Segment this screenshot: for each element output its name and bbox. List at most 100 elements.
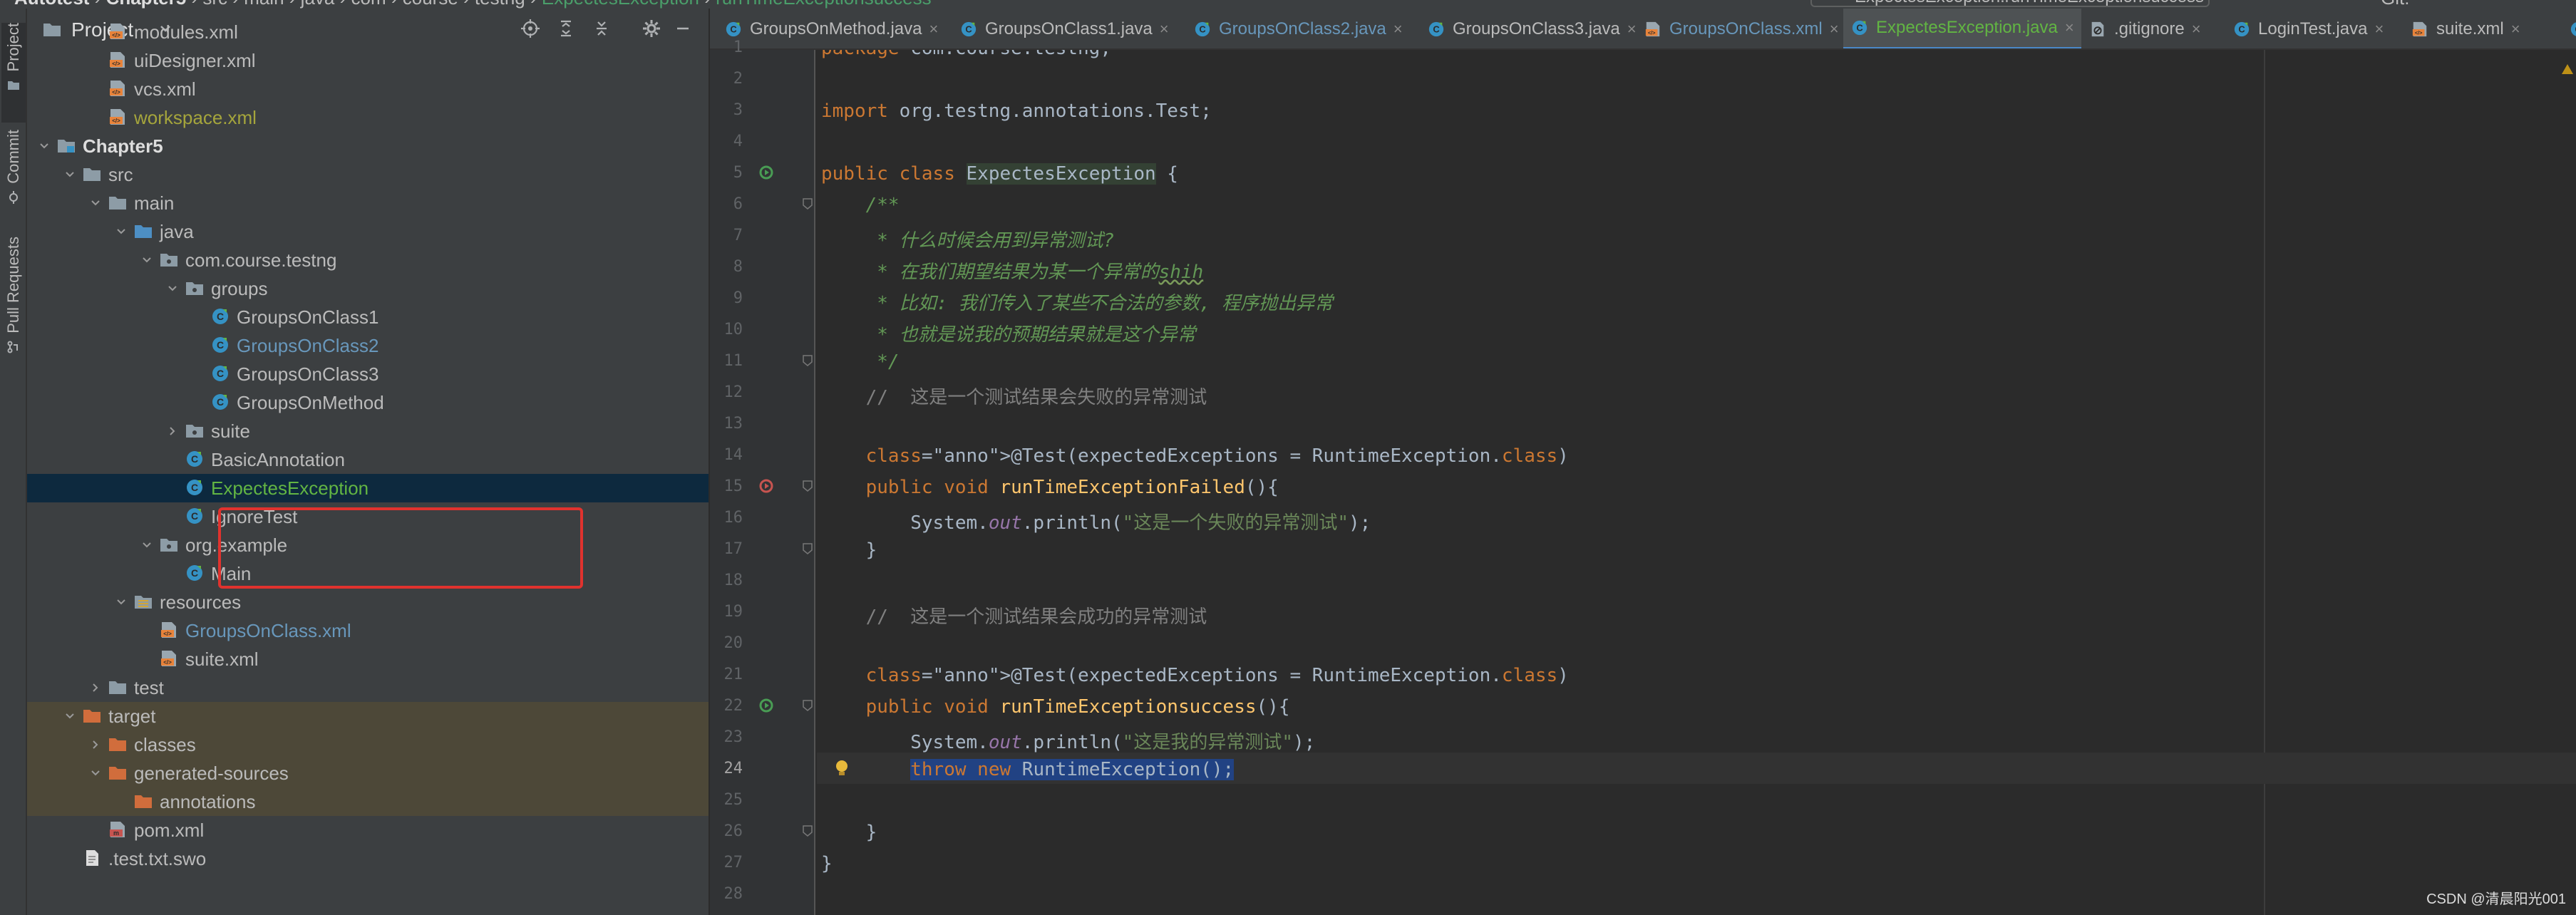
gutter-line[interactable]: 5 (710, 157, 814, 188)
chevron-down-icon[interactable] (165, 281, 180, 296)
code-line[interactable] (817, 408, 2576, 439)
run-test-icon[interactable] (758, 477, 776, 495)
tree-item[interactable]: m pom.xml (27, 816, 709, 844)
chevron-down-icon[interactable] (140, 538, 154, 552)
breadcrumb[interactable]: Autotest › Chapter5 › src › main › java … (14, 0, 932, 9)
fold-marker-icon[interactable] (803, 543, 813, 554)
editor-tab[interactable]: C GroupsOnClass2.java × (1186, 9, 1410, 48)
breadcrumb-item[interactable]: testng (475, 0, 525, 9)
tree-item[interactable]: C GroupsOnMethod (27, 388, 709, 417)
tree-item[interactable]: java (27, 217, 709, 246)
tree-item[interactable]: main (27, 189, 709, 217)
gutter-line[interactable]: 9 (710, 282, 814, 314)
code-line[interactable] (817, 125, 2576, 157)
tree-item[interactable]: com.course.testng (27, 246, 709, 274)
code-line[interactable]: } (817, 815, 2576, 847)
tree-item[interactable]: C ExpectesException (27, 474, 709, 502)
chevron-down-icon[interactable] (88, 196, 103, 210)
chevron-down-icon[interactable] (37, 139, 51, 153)
code-line[interactable]: /** (817, 188, 2576, 219)
code-line[interactable]: public class ExpectesException { (817, 157, 2576, 188)
gutter-line[interactable]: 15 (710, 470, 814, 502)
close-icon[interactable]: × (2192, 20, 2201, 38)
gutter-line[interactable]: 16 (710, 502, 814, 533)
pull-requests-tool-tab[interactable]: Pull Requests (1, 237, 26, 386)
run-test-icon[interactable] (758, 164, 776, 181)
chevron-down-icon[interactable] (140, 253, 154, 267)
breadcrumb-method[interactable]: runTimeExceptionsuccess (716, 0, 932, 9)
tree-item[interactable]: groups (27, 274, 709, 303)
code-line[interactable]: * 在我们期望结果为某一个异常的shih (817, 251, 2576, 283)
gutter-line[interactable]: 18 (710, 564, 814, 596)
close-icon[interactable]: × (2065, 19, 2074, 37)
tree-item[interactable]: C GroupsOnClass3 (27, 360, 709, 388)
code-line[interactable] (817, 784, 2576, 815)
editor-tab[interactable]: </> suite.xml × (2404, 9, 2528, 48)
gutter-line[interactable]: 28 (710, 878, 814, 909)
close-icon[interactable]: × (1160, 20, 1169, 38)
gutter-line[interactable]: 17 (710, 533, 814, 564)
code-line[interactable]: System.out.println("这是一个失败的异常测试"); (817, 502, 2576, 534)
close-icon[interactable]: × (929, 20, 938, 38)
gutter-line[interactable]: 1 (710, 31, 814, 63)
code-line[interactable]: } (817, 847, 2576, 878)
code-line[interactable]: throw new RuntimeException(); (817, 753, 2576, 784)
chevron-down-icon[interactable] (114, 595, 128, 609)
breadcrumb-file[interactable]: ExpectesException (542, 0, 699, 9)
code-line[interactable]: package com.course.testng; (817, 50, 2576, 63)
close-icon[interactable]: × (1830, 20, 1839, 38)
editor-tab[interactable]: .gitignore × (2081, 9, 2208, 48)
code-line[interactable] (817, 63, 2576, 94)
close-icon[interactable]: × (1393, 20, 1403, 38)
tree-item[interactable]: C GroupsOnClass2 (27, 331, 709, 360)
code-line[interactable]: */ (817, 345, 2576, 376)
gutter-line[interactable]: 24 (710, 753, 814, 784)
gutter-line[interactable]: 11 (710, 345, 814, 376)
chevron-down-icon[interactable] (63, 709, 77, 723)
tree-item[interactable]: Chapter5 (27, 132, 709, 160)
gutter-line[interactable]: 3 (710, 94, 814, 125)
chevron-right-icon[interactable] (88, 681, 103, 695)
breadcrumb-item[interactable]: main (244, 0, 284, 9)
fold-marker-icon[interactable] (803, 700, 813, 711)
gutter-line[interactable]: 25 (710, 784, 814, 815)
close-icon[interactable]: × (2374, 20, 2384, 38)
code-line[interactable] (817, 564, 2576, 596)
tree-item[interactable]: </> modules.xml (27, 18, 709, 46)
editor-tab[interactable]: </> GroupsOnClass.xml × (1637, 9, 1846, 48)
close-icon[interactable]: × (1627, 20, 1637, 38)
breadcrumb-item[interactable]: course (403, 0, 458, 9)
editor-tab[interactable]: CM (2562, 9, 2576, 48)
gutter-line[interactable]: 7 (710, 219, 814, 251)
tree-item[interactable]: src (27, 160, 709, 189)
editor-tab[interactable]: C GroupsOnClass3.java × (1420, 9, 1644, 48)
tree-item[interactable]: </> GroupsOnClass.xml (27, 616, 709, 645)
code-line[interactable]: * 什么时候会用到异常测试? (817, 219, 2576, 252)
gutter-line[interactable]: 6 (710, 188, 814, 219)
close-icon[interactable]: × (2511, 20, 2520, 38)
code-line[interactable]: import org.testng.annotations.Test; (817, 94, 2576, 125)
gutter-line[interactable]: 8 (710, 251, 814, 282)
tree-item[interactable]: </> workspace.xml (27, 103, 709, 132)
chevron-down-icon[interactable] (88, 766, 103, 780)
tree-item[interactable]: target (27, 702, 709, 730)
run-test-icon[interactable] (758, 697, 776, 714)
editor-tab[interactable]: C ExpectesException.java × (1843, 9, 2081, 48)
breadcrumb-project[interactable]: Autotest (14, 0, 89, 9)
code-line[interactable]: class="anno">@Test(expectedExceptions = … (817, 439, 2576, 470)
chevron-right-icon[interactable] (88, 738, 103, 752)
tree-item[interactable]: .test.txt.swo (27, 844, 709, 873)
gutter-line[interactable]: 23 (710, 721, 814, 753)
code-line[interactable] (817, 627, 2576, 658)
code-line[interactable]: // 这是一个测试结果会失败的异常测试 (817, 376, 2576, 408)
run-configuration-select[interactable]: ExpectesException.runTimeExceptionsucces… (1810, 0, 2210, 7)
code-line[interactable]: class="anno">@Test(expectedExceptions = … (817, 658, 2576, 690)
code-line[interactable]: } (817, 533, 2576, 564)
code-line[interactable]: System.out.println("这是我的异常测试"); (817, 721, 2576, 753)
fold-marker-icon[interactable] (803, 480, 813, 492)
project-tool-tab[interactable]: Project (1, 23, 26, 123)
gutter-line[interactable]: 2 (710, 63, 814, 94)
gutter-line[interactable]: 19 (710, 596, 814, 627)
code-line[interactable]: * 比如: 我们传入了某些不合法的参数, 程序抛出异常 (817, 282, 2576, 314)
code-area[interactable]: package com.course.testng; import org.tes… (817, 50, 2576, 915)
